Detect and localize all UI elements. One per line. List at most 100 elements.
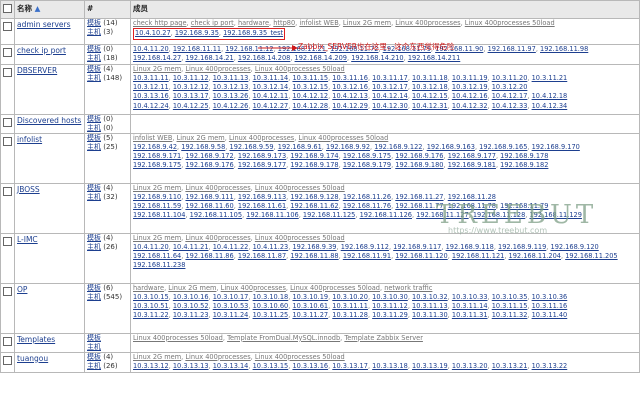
hosts-link[interactable]: 主机 bbox=[87, 343, 101, 351]
host-link[interactable]: 10.3.13.17 bbox=[173, 92, 209, 100]
group-name-link[interactable]: DBSERVER bbox=[17, 66, 57, 75]
template-link[interactable]: Linux 2G mem bbox=[133, 353, 181, 361]
host-link[interactable]: 192.168.14.21 bbox=[185, 54, 233, 62]
host-link[interactable]: 10.3.11.31 bbox=[452, 311, 488, 319]
host-link[interactable]: 10.3.11.12 bbox=[372, 302, 408, 310]
host-link[interactable]: 10.3.11.15 bbox=[492, 302, 528, 310]
host-link[interactable]: 192.168.9.170 bbox=[532, 143, 580, 151]
host-link[interactable]: 10.3.11.14 bbox=[253, 74, 289, 82]
host-link[interactable]: 10.3.11.22 bbox=[133, 311, 169, 319]
host-link[interactable]: 10.3.11.19 bbox=[452, 74, 488, 82]
template-link[interactable]: Linux 400processes bbox=[229, 134, 294, 142]
host-link[interactable]: 10.4.12.27 bbox=[253, 102, 289, 110]
template-link[interactable]: Linux 2G mem bbox=[133, 234, 181, 242]
host-link[interactable]: 192.168.9.171 bbox=[133, 152, 181, 160]
host-link[interactable]: 10.3.13.18 bbox=[372, 362, 408, 370]
host-link[interactable]: 192.168.9.128 bbox=[290, 193, 338, 201]
host-link[interactable]: 10.3.12.16 bbox=[332, 83, 368, 91]
host-link[interactable]: 10.3.13.17 bbox=[332, 362, 368, 370]
sort-ascending-icon[interactable]: ▲ bbox=[35, 4, 41, 13]
host-link[interactable]: 10.4.12.34 bbox=[532, 102, 568, 110]
templates-link[interactable]: 模板 bbox=[87, 353, 101, 361]
host-link[interactable]: 10.3.12.13 bbox=[213, 83, 249, 91]
host-link[interactable]: 192.168.9.118 bbox=[446, 243, 494, 251]
host-link[interactable]: 10.3.11.32 bbox=[492, 311, 528, 319]
host-link[interactable]: 192.168.11.91 bbox=[343, 252, 391, 260]
templates-link[interactable]: 模板 bbox=[87, 45, 101, 53]
host-link[interactable]: 192.168.11.97 bbox=[488, 45, 536, 53]
host-link[interactable]: 192.168.11.26 bbox=[343, 193, 391, 201]
host-link[interactable]: 10.4.10.27 bbox=[135, 29, 171, 37]
host-link[interactable]: 10.3.11.20 bbox=[492, 74, 528, 82]
host-link[interactable]: 192.168.14.210 bbox=[351, 54, 403, 62]
template-link[interactable]: hardware bbox=[133, 284, 164, 292]
host-link[interactable]: 10.4.12.32 bbox=[452, 102, 488, 110]
hosts-link[interactable]: 主机 bbox=[87, 193, 101, 201]
templates-link[interactable]: 模板 bbox=[87, 134, 101, 142]
host-link[interactable]: 10.4.12.17 bbox=[492, 92, 528, 100]
template-link[interactable]: Linux 400processes bbox=[395, 20, 460, 28]
host-link[interactable]: 192.168.9.163 bbox=[427, 143, 475, 151]
host-link[interactable]: 192.168.11.88 bbox=[290, 252, 338, 260]
row-checkbox[interactable] bbox=[3, 136, 12, 146]
host-link[interactable]: 192.168.14.211 bbox=[408, 54, 460, 62]
row-checkbox[interactable] bbox=[3, 355, 12, 365]
host-link[interactable]: 192.168.9.119 bbox=[498, 243, 546, 251]
host-link[interactable]: 192.168.14.27 bbox=[133, 54, 181, 62]
host-link[interactable]: 10.3.12.12 bbox=[173, 83, 209, 91]
group-name-link[interactable]: JBOSS bbox=[17, 185, 40, 194]
templates-link[interactable]: 模板 bbox=[87, 65, 101, 73]
group-name-link[interactable]: admin servers bbox=[17, 20, 71, 29]
host-link[interactable]: 192.168.9.176 bbox=[185, 161, 233, 169]
host-link[interactable]: 10.3.13.16 bbox=[133, 92, 169, 100]
host-link[interactable]: 192.168.9.42 bbox=[133, 143, 177, 151]
host-link[interactable]: 10.3.11.40 bbox=[532, 311, 568, 319]
host-link[interactable]: 10.4.12.30 bbox=[372, 102, 408, 110]
host-link[interactable]: 10.3.10.18 bbox=[253, 293, 289, 301]
host-link[interactable]: 10.3.11.27 bbox=[292, 311, 328, 319]
host-link[interactable]: 10.3.13.22 bbox=[532, 362, 568, 370]
group-name-link[interactable]: tuangou bbox=[17, 354, 48, 363]
template-link[interactable]: Linux 400processes bbox=[221, 284, 286, 292]
host-link[interactable]: 192.168.11.59 bbox=[133, 202, 181, 210]
host-link[interactable]: 10.4.11.20 bbox=[133, 45, 169, 53]
host-link[interactable]: 192.168.11.104 bbox=[133, 211, 185, 219]
group-name-link[interactable]: Discovered hosts bbox=[17, 116, 81, 125]
host-link[interactable]: 10.3.12.19 bbox=[452, 83, 488, 91]
host-link[interactable]: 10.4.11.22 bbox=[213, 243, 249, 251]
host-link[interactable]: 192.168.9.112 bbox=[341, 243, 389, 251]
host-link[interactable]: 10.4.12.33 bbox=[492, 102, 528, 110]
host-link[interactable]: 10.3.11.30 bbox=[412, 311, 448, 319]
host-link[interactable]: 192.168.11.120 bbox=[395, 252, 447, 260]
host-link[interactable]: 10.4.12.16 bbox=[452, 92, 488, 100]
template-link[interactable]: check http page bbox=[133, 20, 187, 28]
host-link[interactable]: 10.3.13.26 bbox=[213, 92, 249, 100]
host-link[interactable]: 10.3.11.13 bbox=[213, 74, 249, 82]
host-link[interactable]: 192.168.11.121 bbox=[452, 252, 504, 260]
host-link[interactable]: 10.3.10.20 bbox=[332, 293, 368, 301]
row-checkbox[interactable] bbox=[3, 22, 12, 31]
host-link[interactable]: 192.168.9.111 bbox=[185, 193, 233, 201]
host-link[interactable]: 10.3.11.23 bbox=[173, 311, 209, 319]
select-all-checkbox[interactable] bbox=[3, 4, 12, 13]
host-link[interactable]: 10.3.13.16 bbox=[292, 362, 328, 370]
name-header-label[interactable]: 名称 bbox=[17, 4, 32, 13]
host-link[interactable]: 10.3.10.15 bbox=[133, 293, 169, 301]
template-link[interactable]: Linux 400processes 50load bbox=[255, 65, 345, 73]
host-link[interactable]: 10.3.13.20 bbox=[452, 362, 488, 370]
row-checkbox-cell[interactable] bbox=[0, 18, 15, 45]
host-link[interactable]: 10.3.11.11 bbox=[133, 74, 169, 82]
hosts-link[interactable]: 主机 bbox=[87, 124, 101, 132]
template-link[interactable]: Linux 400processes 50load bbox=[255, 353, 345, 361]
select-all-checkbox-cell[interactable] bbox=[0, 0, 15, 19]
templates-link[interactable]: 模板 bbox=[87, 20, 101, 28]
host-link[interactable]: 10.3.12.17 bbox=[372, 83, 408, 91]
host-link[interactable]: 10.3.10.19 bbox=[292, 293, 328, 301]
group-name-link[interactable]: OP bbox=[17, 285, 27, 294]
template-link[interactable]: Linux 400processes bbox=[185, 65, 250, 73]
hosts-link[interactable]: 主机 bbox=[87, 28, 101, 36]
host-link[interactable]: 10.3.12.18 bbox=[412, 83, 448, 91]
host-link[interactable]: 10.3.12.15 bbox=[292, 83, 328, 91]
host-link[interactable]: 10.3.11.17 bbox=[372, 74, 408, 82]
host-link[interactable]: 192.168.11.61 bbox=[238, 202, 286, 210]
